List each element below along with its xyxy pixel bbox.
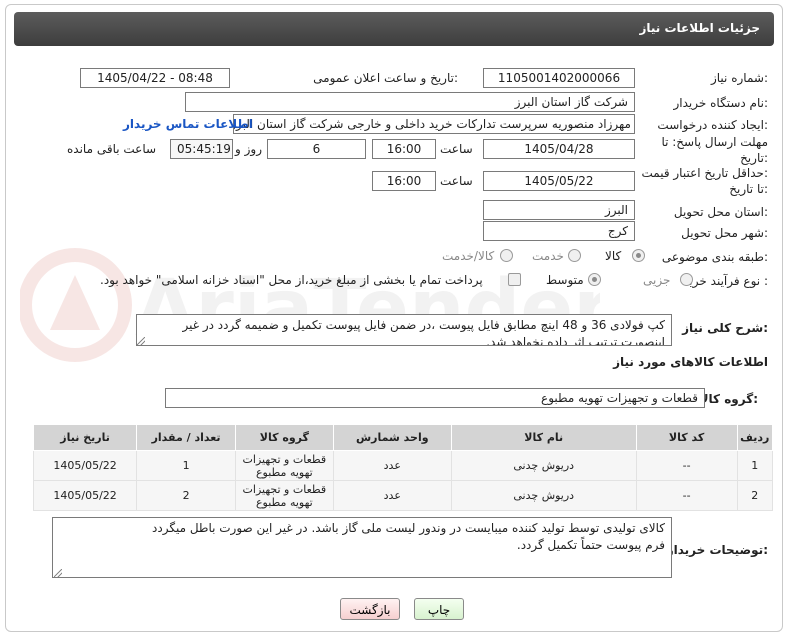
cell-quantity: 2 [136, 480, 236, 511]
cell-item-group: قطعات و تجهیزات تهویه مطبوع [234, 480, 334, 511]
deadline-label-line1: مهلت ارسال پاسخ: تا [661, 135, 768, 149]
category-option-goods-service: کالا/خدمت [442, 249, 495, 263]
buyer-org-field: شرکت گاز استان البرز [185, 92, 635, 112]
process-option-medium: متوسط [546, 273, 584, 287]
header-bar: جزئیات اطلاعات نیاز [14, 12, 774, 46]
price-validity-time-field: 16:00 [372, 171, 436, 191]
cell-item-name: دریوش چدنی [450, 450, 637, 481]
cell-need-date: 1405/05/22 [32, 480, 138, 511]
goods-section-title: اطلاعات کالاهای مورد نیاز [613, 355, 768, 369]
category-option-service: خدمت [532, 249, 564, 263]
print-button[interactable]: چاپ [414, 598, 464, 620]
category-option-goods: کالا [605, 249, 622, 263]
goods-group-label: گروه کالا: [699, 392, 758, 406]
category-radio-goods-service[interactable] [500, 249, 513, 262]
col-header-row-number: ردیف [736, 424, 774, 451]
price-validity-label-line1: حداقل تاریخ اعتبار قیمت: [641, 166, 768, 180]
back-button[interactable]: بازگشت [340, 598, 400, 620]
announce-datetime-label: تاریخ و ساعت اعلان عمومی: [313, 71, 458, 85]
cell-item-group: قطعات و تجهیزات تهویه مطبوع [234, 450, 334, 481]
price-validity-date-field: 1405/05/22 [483, 171, 635, 191]
price-validity-label-line2: تا تاریخ: [729, 182, 768, 196]
deadline-days-field: 6 [267, 139, 366, 159]
cell-item-name: دریوش چدنی [450, 480, 637, 511]
treasury-payment-note: پرداخت تمام یا بخشی از مبلغ خرید،از محل … [100, 273, 483, 287]
category-label: طبقه بندی موضوعی: [661, 250, 768, 264]
buyer-org-label: نام دستگاه خریدار: [673, 96, 769, 110]
deadline-date-field: 1405/04/28 [483, 139, 635, 159]
goods-group-field: قطعات و تجهیزات تهویه مطبوع [165, 388, 705, 408]
deadline-time-label: ساعت [440, 142, 473, 156]
deadline-time-field: 16:00 [372, 139, 436, 159]
price-validity-time-label: ساعت [440, 174, 473, 188]
requester-field: مهرزاد منصوریه سرپرست تدارکات خرید داخلی… [233, 114, 635, 134]
cell-need-date: 1405/05/22 [32, 450, 138, 481]
cell-item-code: -- [635, 450, 738, 481]
cell-row-number: 2 [736, 480, 774, 511]
process-radio-medium[interactable] [588, 273, 601, 286]
buyer-notes-resize-handle[interactable] [54, 569, 62, 577]
table-row: 1 -- دریوش چدنی عدد قطعات و تجهیزات تهوی… [32, 450, 774, 481]
deadline-days-label: روز و [235, 142, 262, 156]
city-label: شهر محل تحویل: [681, 226, 768, 240]
buyer-notes-line2: فرم پیوست حتماً تکمیل گردد. [516, 538, 665, 552]
need-number-label: شماره نیاز: [710, 71, 768, 85]
buyer-notes-box: کالای تولیدی توسط تولید کننده میبایست در… [52, 517, 672, 578]
category-radio-service[interactable] [568, 249, 581, 262]
treasury-payment-checkbox[interactable] [508, 273, 521, 286]
page-title: جزئیات اطلاعات نیاز [639, 21, 760, 35]
province-field: البرز [483, 200, 635, 220]
process-option-minor: جزیی [643, 273, 671, 287]
city-field: کرج [483, 221, 635, 241]
announce-datetime-field: 1405/04/22 - 08:48 [80, 68, 230, 88]
remaining-time-label: ساعت باقی مانده [67, 142, 157, 156]
cell-quantity: 1 [136, 450, 236, 481]
process-type-label: نوع فرآیند خرید : [683, 274, 768, 288]
col-header-item-group: گروه کالا [234, 424, 334, 451]
requester-label: ایجاد کننده درخواست: [657, 118, 768, 132]
need-number-field: 1105001402000066 [483, 68, 635, 88]
buyer-contact-link[interactable]: اطلاعات تماس خریدار [123, 117, 253, 131]
col-header-item-code: کد کالا [635, 424, 738, 451]
goods-table: ردیف کد کالا نام کالا واحد شمارش گروه کا… [32, 424, 774, 511]
cell-row-number: 1 [736, 450, 774, 481]
deadline-label-line2: تاریخ: [740, 151, 768, 165]
col-header-need-date: تاریخ نیاز [32, 424, 138, 451]
buyer-notes-line1: کالای تولیدی توسط تولید کننده میبایست در… [152, 521, 665, 535]
description-text: کپ فولادی 36 و 48 اینچ مطابق فایل پیوست … [136, 314, 672, 346]
process-radio-minor[interactable] [680, 273, 693, 286]
cell-item-code: -- [635, 480, 738, 511]
buyer-notes-label: توضیحات خریدار: [666, 543, 768, 557]
description-resize-handle[interactable] [137, 337, 145, 345]
cell-unit: عدد [332, 480, 452, 511]
col-header-item-name: نام کالا [450, 424, 637, 451]
province-label: استان محل تحویل: [673, 205, 768, 219]
category-radio-goods[interactable] [632, 249, 645, 262]
table-header-row: ردیف کد کالا نام کالا واحد شمارش گروه کا… [32, 424, 774, 451]
description-label: شرح کلی نیاز: [682, 321, 768, 335]
col-header-unit: واحد شمارش [332, 424, 452, 451]
remaining-time-field: 05:45:19 [170, 139, 233, 159]
table-row: 2 -- دریوش چدنی عدد قطعات و تجهیزات تهوی… [32, 480, 774, 511]
cell-unit: عدد [332, 450, 452, 481]
col-header-quantity: تعداد / مقدار [136, 424, 236, 451]
